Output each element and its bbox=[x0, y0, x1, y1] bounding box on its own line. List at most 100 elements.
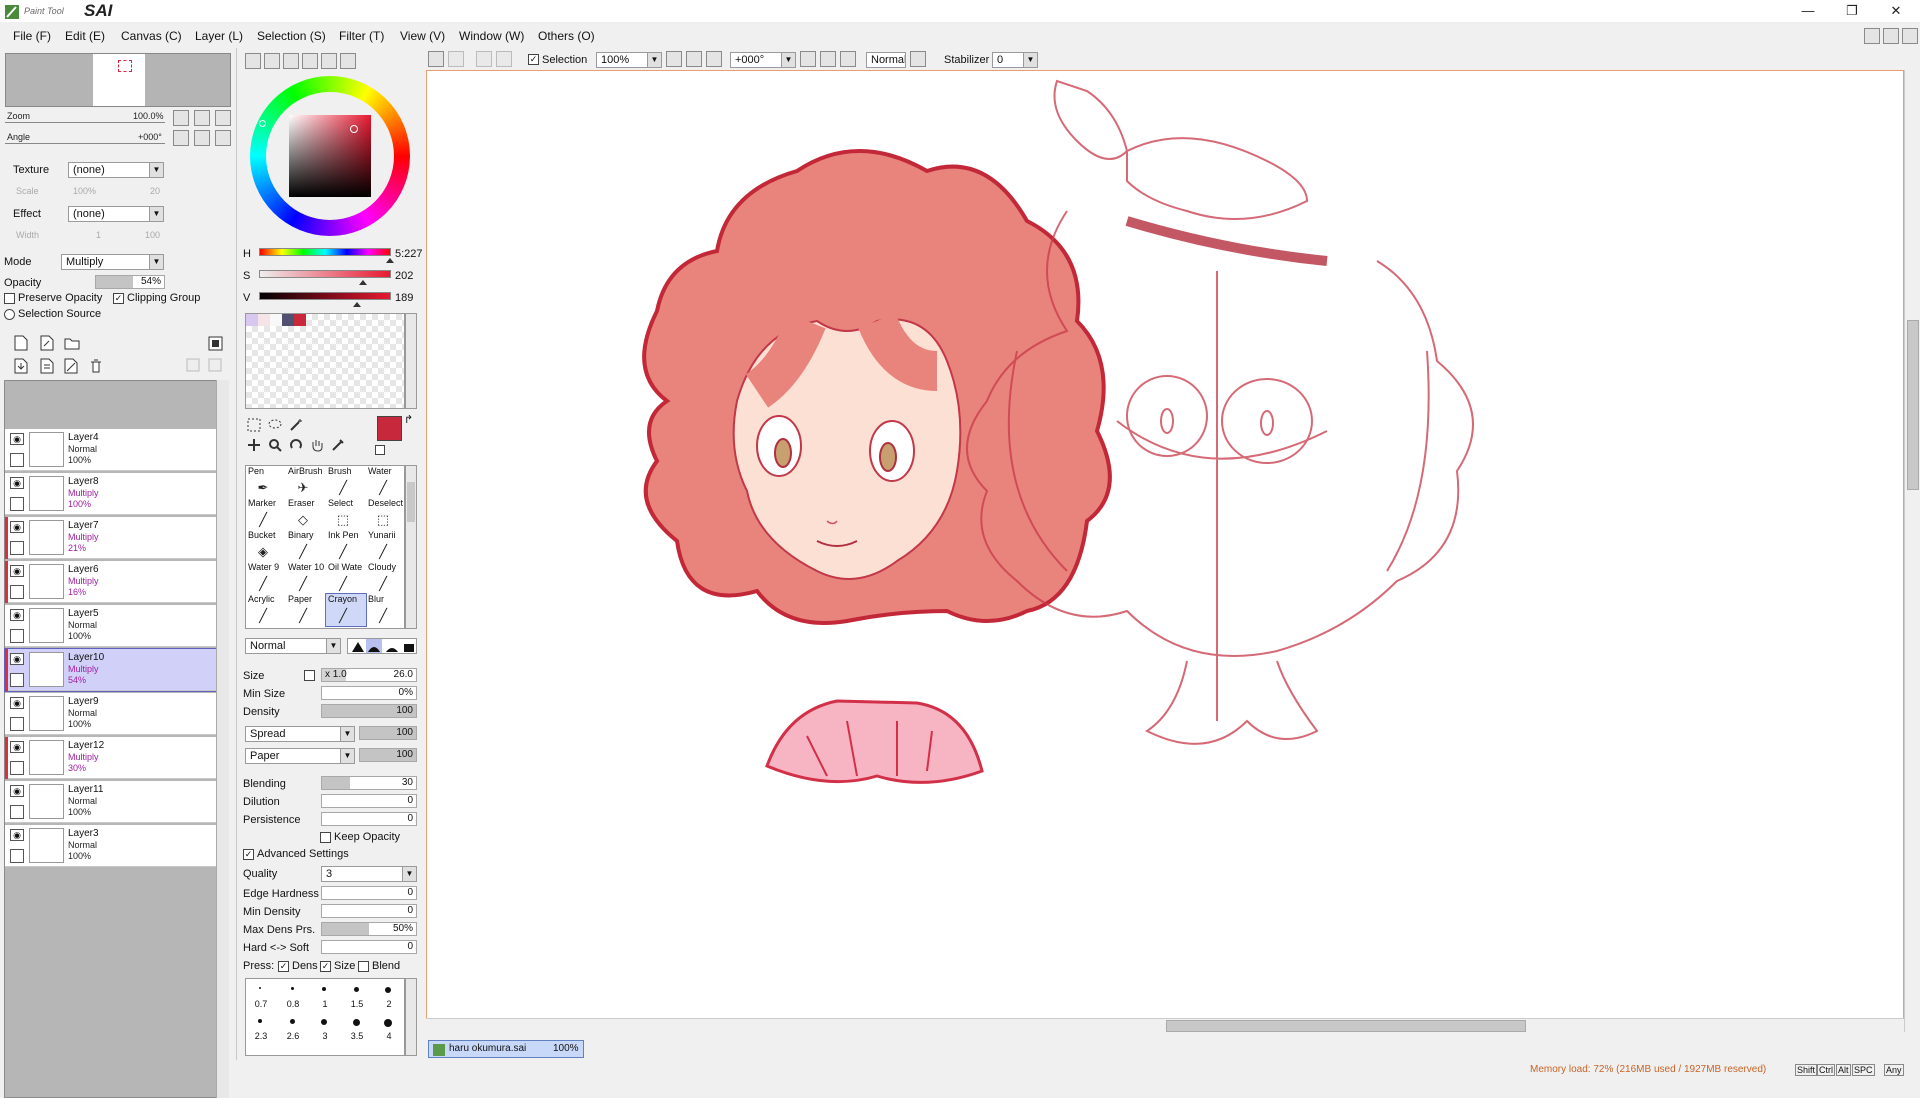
menu-selection[interactable]: Selection (S) bbox=[257, 29, 326, 43]
layer-panel-menu-icon[interactable] bbox=[208, 336, 224, 352]
zoom-reset-button[interactable] bbox=[215, 110, 231, 126]
vscroll-thumb[interactable] bbox=[1907, 320, 1919, 490]
menu-filter[interactable]: Filter (T) bbox=[339, 29, 384, 43]
merge-down-icon[interactable] bbox=[40, 358, 54, 374]
size-preset-dot[interactable] bbox=[385, 987, 391, 993]
toolbar-zoom-reset-button[interactable] bbox=[706, 51, 722, 67]
hue-knob[interactable] bbox=[385, 258, 394, 263]
hard-soft-slider[interactable]: 0 bbox=[321, 940, 417, 954]
toolbar-rotate-left-button[interactable] bbox=[800, 51, 816, 67]
visibility-eye-icon[interactable]: ◉ bbox=[10, 565, 24, 577]
tool-button[interactable]: Select ⬚ bbox=[326, 498, 366, 530]
zoom-slider[interactable] bbox=[5, 122, 165, 123]
tool-button[interactable]: AirBrush ✈ bbox=[286, 466, 326, 498]
quality-select[interactable]: 3 ▼ bbox=[321, 866, 417, 882]
tool-button[interactable]: Water 9 ╱ bbox=[246, 562, 286, 594]
layer-row[interactable]: ◉ Layer11 Normal 100% bbox=[5, 781, 216, 823]
scratchpad-tab[interactable] bbox=[340, 53, 356, 69]
lasso-icon[interactable] bbox=[268, 418, 282, 432]
stabilizer-select[interactable]: 0 ▼ bbox=[992, 52, 1038, 68]
brush-size-presets[interactable]: 0.7 0.8 1 1.5 2 2.3 2.6 3 3.5 4 bbox=[245, 978, 405, 1056]
min-density-slider[interactable]: 0 bbox=[321, 904, 417, 918]
new-folder-icon[interactable] bbox=[64, 336, 80, 350]
layer-lock-toggle[interactable] bbox=[10, 629, 24, 643]
tool-button[interactable]: Water ╱ bbox=[366, 466, 406, 498]
min-size-slider[interactable]: 0% bbox=[321, 686, 417, 700]
rotate-left-button[interactable] bbox=[173, 130, 189, 146]
layer-lock-toggle[interactable] bbox=[10, 585, 24, 599]
edge-hardness-slider[interactable]: 0 bbox=[321, 886, 417, 900]
size-preset-dot[interactable] bbox=[289, 1019, 295, 1024]
new-linework-layer-icon[interactable] bbox=[40, 335, 54, 351]
rotate-right-button[interactable] bbox=[194, 130, 210, 146]
size-preset-dot[interactable] bbox=[258, 1019, 262, 1023]
persistence-slider[interactable]: 0 bbox=[321, 812, 417, 826]
close-button[interactable]: ✕ bbox=[1881, 2, 1911, 20]
undo-button[interactable] bbox=[428, 51, 444, 67]
view-mode-select[interactable]: Normal bbox=[866, 52, 906, 68]
tool-button[interactable]: Yunarii ╱ bbox=[366, 530, 406, 562]
visibility-eye-icon[interactable]: ◉ bbox=[10, 521, 24, 533]
canvas-vscrollbar[interactable] bbox=[1904, 70, 1920, 1032]
layer-row[interactable]: ◉ Layer9 Normal 100% bbox=[5, 693, 216, 735]
tool-button[interactable]: Eraser ◇ bbox=[286, 498, 326, 530]
spread-texture-select[interactable]: Spread ▼ bbox=[245, 726, 355, 742]
visibility-eye-icon[interactable]: ◉ bbox=[10, 829, 24, 841]
clear-layer-icon[interactable] bbox=[64, 358, 78, 374]
size-preset-dot[interactable] bbox=[290, 987, 294, 990]
tool-grid-scrollbar[interactable] bbox=[405, 465, 417, 629]
swatch-scrollbar[interactable] bbox=[405, 313, 417, 409]
tool-button[interactable]: Brush ╱ bbox=[326, 466, 366, 498]
layer-down-icon[interactable] bbox=[208, 358, 222, 372]
saturation-knob[interactable] bbox=[359, 280, 368, 285]
paper-strength-slider[interactable]: 100 bbox=[359, 748, 417, 762]
tool-button[interactable]: Blur ╱ bbox=[366, 594, 406, 626]
tool-button[interactable]: Pen ✒ bbox=[246, 466, 286, 498]
primary-color-swatch[interactable] bbox=[377, 416, 402, 441]
size-preset-dot[interactable] bbox=[321, 1019, 327, 1025]
effect-select[interactable]: (none) ▼ bbox=[68, 206, 164, 222]
minimize-button[interactable]: — bbox=[1793, 2, 1823, 20]
brush-shape-selector[interactable] bbox=[347, 638, 417, 654]
layer-lock-toggle[interactable] bbox=[10, 453, 24, 467]
menu-file[interactable]: File (F) bbox=[13, 29, 51, 43]
tool-button[interactable]: Water 10 ╱ bbox=[286, 562, 326, 594]
color-mixer-tab[interactable] bbox=[302, 53, 318, 69]
max-dens-slider[interactable]: 50% bbox=[321, 922, 417, 936]
selection-source-radio[interactable] bbox=[4, 309, 15, 320]
paper-texture-select[interactable]: Paper ▼ bbox=[245, 748, 355, 764]
value-knob[interactable] bbox=[352, 302, 361, 307]
rotate-reset-button[interactable] bbox=[215, 130, 231, 146]
size-preset-dot[interactable] bbox=[352, 1019, 360, 1026]
rgb-slider-tab[interactable] bbox=[264, 53, 280, 69]
size-preset-dot[interactable] bbox=[384, 1019, 392, 1027]
blend-mode-select[interactable]: Multiply ▼ bbox=[61, 254, 164, 270]
press-blend-checkbox[interactable] bbox=[358, 961, 369, 972]
angle-slider[interactable] bbox=[5, 143, 165, 144]
tool-button[interactable]: Paper ╱ bbox=[286, 594, 326, 626]
restore-button[interactable]: ❐ bbox=[1837, 2, 1867, 20]
hand-icon[interactable] bbox=[310, 438, 324, 452]
visibility-eye-icon[interactable]: ◉ bbox=[10, 653, 24, 665]
layer-lock-toggle[interactable] bbox=[10, 761, 24, 775]
navigator-preview[interactable] bbox=[5, 53, 231, 107]
tool-button[interactable]: Cloudy ╱ bbox=[366, 562, 406, 594]
menu-view[interactable]: View (V) bbox=[400, 29, 445, 43]
visibility-eye-icon[interactable]: ◉ bbox=[10, 785, 24, 797]
zoom-select[interactable]: 100% ▼ bbox=[596, 52, 662, 68]
deselect-button[interactable] bbox=[476, 51, 492, 67]
saturation-slider[interactable] bbox=[259, 270, 391, 278]
layer-list-scrollbar[interactable] bbox=[216, 380, 229, 1098]
rect-select-icon[interactable] bbox=[247, 418, 261, 432]
blending-slider[interactable]: 30 bbox=[321, 776, 417, 790]
canvas-hscrollbar[interactable] bbox=[426, 1018, 1904, 1032]
eyedropper-icon[interactable] bbox=[331, 438, 345, 452]
keep-opacity-checkbox[interactable] bbox=[320, 832, 331, 843]
visibility-eye-icon[interactable]: ◉ bbox=[10, 477, 24, 489]
document-tab[interactable]: haru okumura.sai 100% bbox=[428, 1040, 584, 1058]
show-selection-checkbox[interactable]: ✓ bbox=[528, 54, 539, 65]
layer-lock-toggle[interactable] bbox=[10, 849, 24, 863]
color-swatch[interactable] bbox=[246, 314, 258, 326]
advanced-settings-checkbox[interactable]: ✓ bbox=[243, 849, 254, 860]
layer-up-icon[interactable] bbox=[186, 358, 200, 372]
